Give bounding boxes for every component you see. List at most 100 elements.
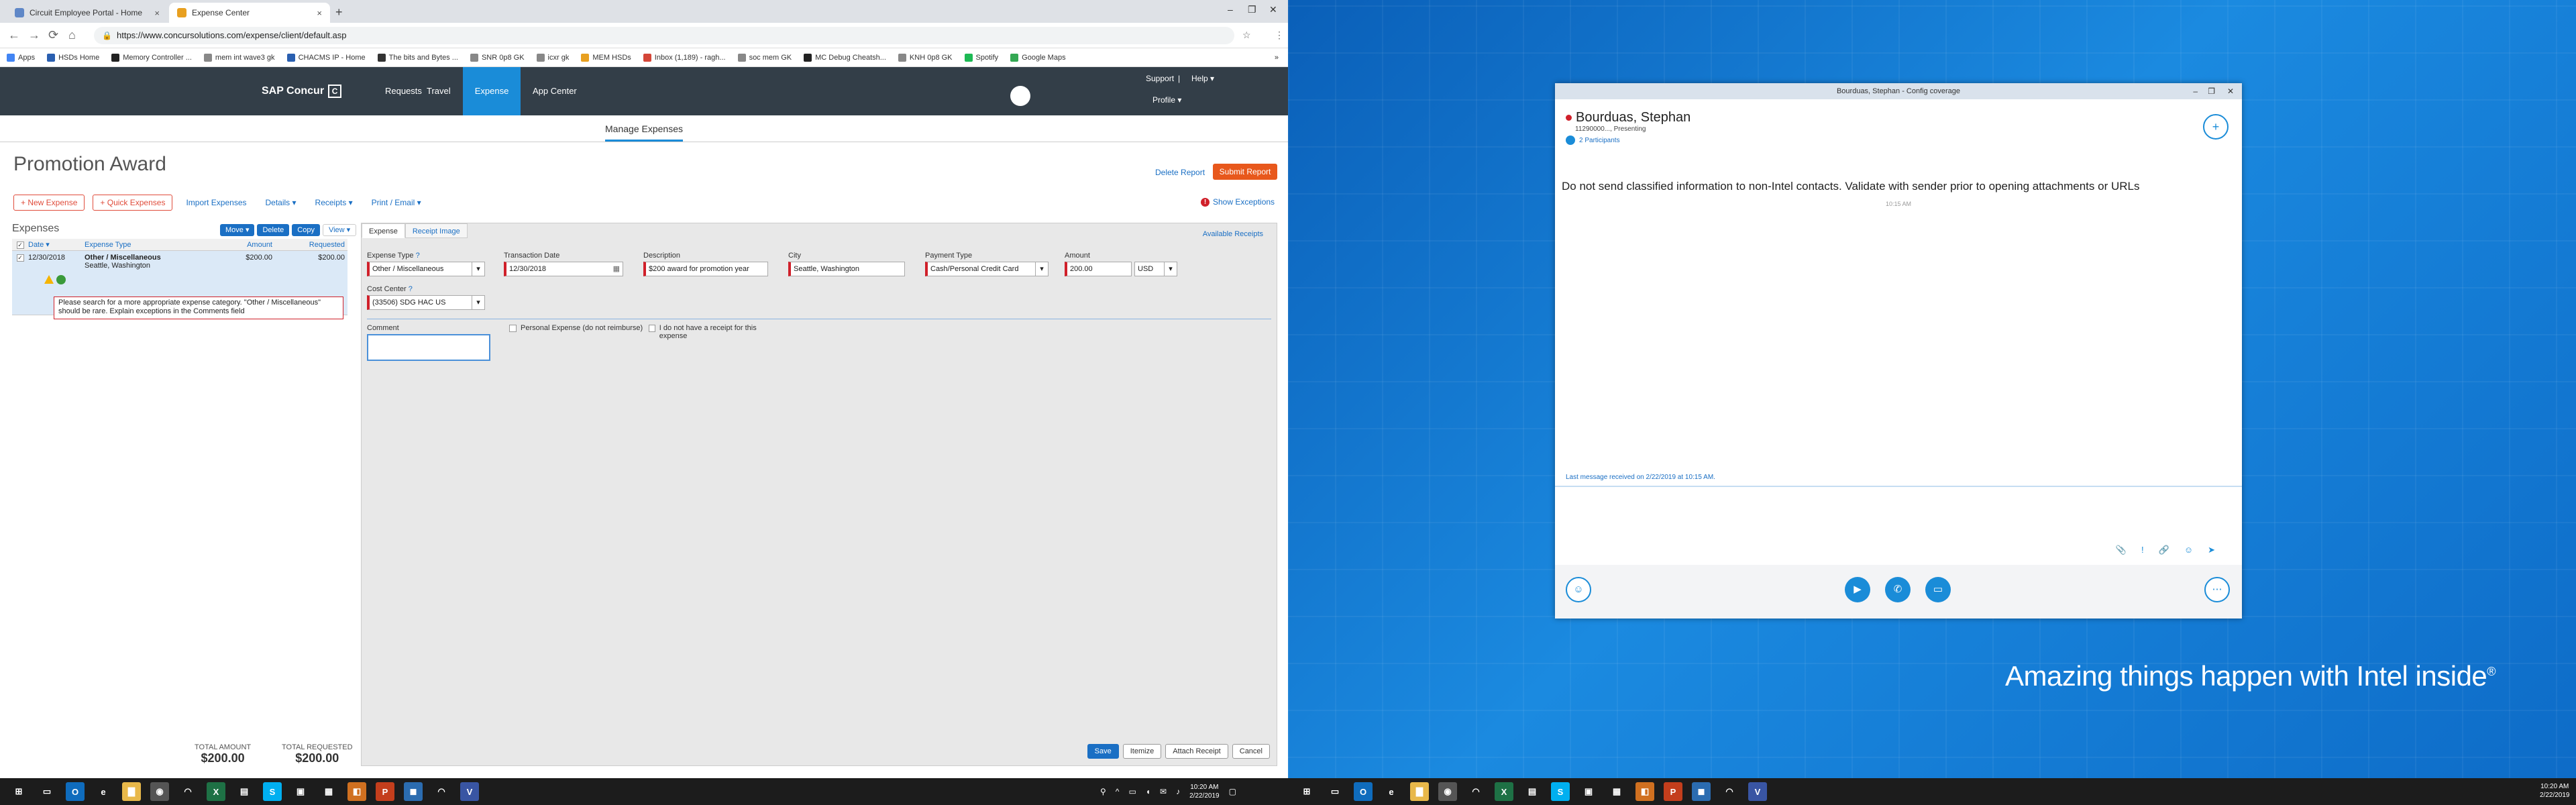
- bookmark-item[interactable]: KNH 0p8 GK: [898, 53, 953, 62]
- concur-logo[interactable]: SAP Concur C: [262, 85, 342, 98]
- move-button[interactable]: Move ▾: [220, 224, 255, 236]
- app-dark-icon[interactable]: ◠: [1720, 782, 1739, 801]
- attach-icon[interactable]: 📎: [2116, 545, 2127, 555]
- minimize-icon[interactable]: –: [1228, 4, 1233, 15]
- col-date[interactable]: Date ▾: [28, 240, 85, 249]
- help-icon[interactable]: ?: [416, 252, 420, 260]
- new-tab-icon[interactable]: +: [335, 5, 343, 19]
- attach-receipt-button[interactable]: Attach Receipt: [1165, 744, 1228, 759]
- url-input[interactable]: 🔒 https://www.concursolutions.com/expens…: [94, 27, 1234, 44]
- bookmark-item[interactable]: MC Debug Cheatsh...: [804, 53, 886, 62]
- description-input[interactable]: $200 award for promotion year: [643, 262, 768, 276]
- comment-input[interactable]: [367, 334, 490, 361]
- chrome-icon[interactable]: ◉: [1438, 782, 1457, 801]
- tray-battery-icon[interactable]: ▭: [1128, 787, 1136, 796]
- terminal-icon[interactable]: ▣: [1579, 782, 1598, 801]
- bookmark-item[interactable]: Memory Controller ...: [111, 53, 192, 62]
- bookmark-item[interactable]: soc mem GK: [737, 53, 792, 62]
- calendar-icon[interactable]: ▦: [613, 262, 620, 276]
- skype-minimize-icon[interactable]: –: [2193, 83, 2198, 99]
- submit-report-button[interactable]: Submit Report: [1213, 164, 1277, 180]
- show-exceptions-link[interactable]: ! Show Exceptions: [1201, 197, 1275, 207]
- link-icon[interactable]: 🔗: [2159, 545, 2169, 555]
- close-window-icon[interactable]: ✕: [1269, 4, 1277, 15]
- file-explorer-icon[interactable]: ▇: [122, 782, 141, 801]
- edge-icon[interactable]: e: [1382, 782, 1401, 801]
- city-input[interactable]: Seattle, Washington: [788, 262, 905, 276]
- transaction-date-input[interactable]: 12/30/2018 ▦: [504, 262, 623, 276]
- task-view-icon[interactable]: ▭: [1326, 782, 1344, 801]
- tab-receipt-image[interactable]: Receipt Image: [405, 223, 468, 238]
- no-receipt-checkbox[interactable]: [649, 325, 655, 332]
- visio-icon[interactable]: V: [1748, 782, 1767, 801]
- call-icon[interactable]: ✆: [1885, 577, 1911, 602]
- taskbar-clock-right[interactable]: 10:20 AM 2/22/2019: [2540, 782, 2570, 800]
- bookmark-item[interactable]: MEM HSDs: [581, 53, 631, 62]
- document-icon[interactable]: ▤: [235, 782, 254, 801]
- add-participant-button[interactable]: +: [2203, 114, 2229, 140]
- row-checkbox[interactable]: ✓: [16, 254, 24, 262]
- skype-icon[interactable]: S: [1551, 782, 1570, 801]
- cost-center-select[interactable]: (33506) SDG HAC US: [367, 295, 485, 310]
- skype-maximize-icon[interactable]: ❐: [2208, 83, 2215, 99]
- skype-close-icon[interactable]: ✕: [2227, 83, 2234, 99]
- support-link[interactable]: Support: [1146, 74, 1174, 83]
- visio-icon[interactable]: V: [460, 782, 479, 801]
- help-menu[interactable]: Help ▾: [1191, 74, 1214, 83]
- details-menu[interactable]: Details ▾: [260, 198, 302, 207]
- copy-button[interactable]: Copy: [292, 224, 320, 236]
- bookmark-item[interactable]: Google Maps: [1010, 53, 1066, 62]
- tray-volume-icon[interactable]: ♪: [1176, 787, 1180, 796]
- reload-icon[interactable]: ⟳: [48, 28, 58, 42]
- receipts-menu[interactable]: Receipts ▾: [310, 198, 358, 207]
- powerpoint-icon[interactable]: P: [376, 782, 394, 801]
- emoji-icon[interactable]: ☺: [2184, 545, 2193, 555]
- import-expenses-link[interactable]: Import Expenses: [180, 198, 252, 207]
- bookmark-item[interactable]: Inbox (1,189) - ragh...: [643, 53, 726, 62]
- calculator-icon[interactable]: ▦: [1607, 782, 1626, 801]
- bookmark-item[interactable]: SNR 0p8 GK: [470, 53, 525, 62]
- help-icon[interactable]: ?: [409, 285, 413, 293]
- calculator-icon[interactable]: ▦: [319, 782, 338, 801]
- avatar-icon[interactable]: [1010, 86, 1030, 106]
- tab-expense-center[interactable]: Expense Center ×: [169, 3, 330, 23]
- available-receipts-link[interactable]: Available Receipts: [1203, 230, 1263, 238]
- profile-menu[interactable]: Profile ▾: [1152, 95, 1181, 105]
- delete-button[interactable]: Delete: [257, 224, 290, 236]
- powerpoint-icon[interactable]: P: [1664, 782, 1682, 801]
- taskbar-clock[interactable]: 10:20 AM 2/22/2019: [1189, 783, 1220, 800]
- expense-type-select[interactable]: Other / Miscellaneous: [367, 262, 485, 276]
- bookmarks-overflow-icon[interactable]: »: [1275, 54, 1279, 62]
- tray-expand-icon[interactable]: ^: [1116, 787, 1120, 796]
- bookmark-item[interactable]: Spotify: [964, 53, 998, 62]
- delete-report-link[interactable]: Delete Report: [1155, 168, 1205, 177]
- share-screen-icon[interactable]: ▭: [1925, 577, 1951, 602]
- tray-mail-icon[interactable]: ✉: [1160, 787, 1167, 796]
- tab-expense[interactable]: Expense: [362, 223, 405, 238]
- menu-kebab-icon[interactable]: ⋮: [1275, 30, 1284, 41]
- itemize-button[interactable]: Itemize: [1122, 744, 1162, 759]
- notifications-icon[interactable]: ▢: [1229, 787, 1236, 796]
- app-blue-icon[interactable]: ◼: [404, 782, 423, 801]
- nav-app-center[interactable]: App Center: [523, 67, 586, 115]
- excel-icon[interactable]: X: [207, 782, 225, 801]
- receipt-icon[interactable]: [56, 275, 66, 284]
- close-tab-icon[interactable]: ×: [317, 8, 322, 18]
- back-icon[interactable]: ←: [8, 28, 20, 42]
- skype-icon[interactable]: S: [263, 782, 282, 801]
- personal-expense-option[interactable]: Personal Expense (do not reimburse): [509, 324, 643, 332]
- forward-icon[interactable]: →: [28, 28, 40, 42]
- tray-network-icon[interactable]: ◖: [1146, 787, 1150, 796]
- bookmark-item[interactable]: mem int wave3 gk: [203, 53, 275, 62]
- payment-type-select[interactable]: Cash/Personal Credit Card: [925, 262, 1049, 276]
- save-button[interactable]: Save: [1087, 744, 1119, 759]
- excel-icon[interactable]: X: [1495, 782, 1513, 801]
- tray-people-icon[interactable]: ⚲: [1100, 787, 1106, 796]
- send-icon[interactable]: ➤: [2208, 545, 2215, 555]
- manage-expenses-tab[interactable]: Manage Expenses: [605, 123, 683, 142]
- outlook-icon[interactable]: O: [66, 782, 85, 801]
- chat-bubble-icon[interactable]: ☺: [1566, 577, 1591, 602]
- windows-start-icon[interactable]: ⊞: [1297, 782, 1316, 801]
- bookmark-item[interactable]: HSDs Home: [47, 53, 99, 62]
- app-orange-icon[interactable]: ◧: [347, 782, 366, 801]
